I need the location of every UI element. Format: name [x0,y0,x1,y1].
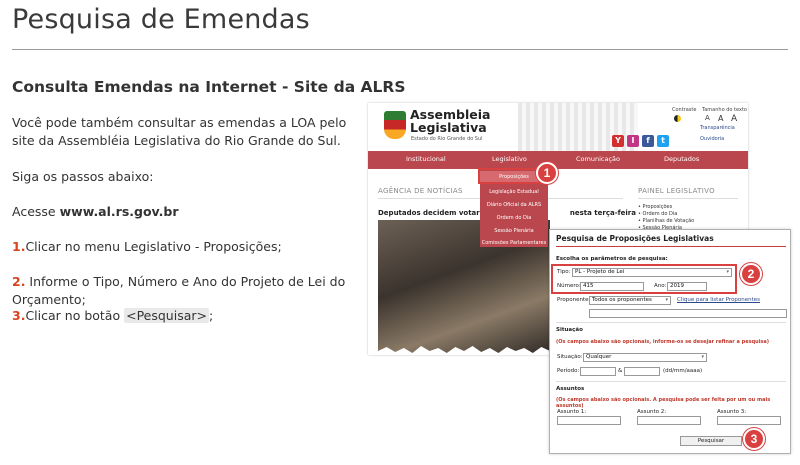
step-text: Clicar no botão [25,308,125,323]
title-divider [12,49,788,50]
periodo-end-input[interactable] [624,367,660,376]
nav-institucional[interactable]: Institucional [406,155,446,163]
nav-deputados[interactable]: Deputados [664,155,699,163]
site-nav: Institucional Legislativo Comunicação De… [368,151,748,169]
periodo-separator: & [618,368,623,374]
assunto2-label: Assunto 2: [637,409,667,415]
situacao-title: Situação [556,327,583,333]
twitter-icon[interactable]: t [657,135,669,147]
agencia-heading: AGÊNCIA DE NOTÍCIAS [378,187,463,195]
site-logo-subtitle: Estado do Rio Grande do Sul [411,136,483,142]
situacao-value: Qualquer [586,354,612,360]
site-logo-title: Assembleia Legislativa [410,107,491,135]
step-number: 1. [12,239,26,254]
step-1: 1.Clicar no menu Legislativo - Proposiçõ… [12,238,362,256]
section-heading: Consulta Emendas na Internet - Site da A… [12,78,406,96]
listar-proponentes-link[interactable]: Clique para listar Proponentes [677,297,760,303]
step-3: 3.Clicar no botão <Pesquisar>; [12,307,362,325]
access-url: www.al.rs.gov.br [59,204,179,219]
step-text: Informe o Tipo, Número e Ano do Projeto … [12,274,346,307]
assunto2-input[interactable] [637,416,701,425]
periodo-hint: (dd/mm/aaaa) [663,368,703,374]
assunto1-label: Assunto 1: [557,409,587,415]
step-badge-2: 2 [740,263,762,285]
news-headline-end: nesta terça-feira [569,209,636,217]
proponente-value: Todos os proponentes [592,297,652,303]
transparencia-link[interactable]: Transparência [700,125,735,131]
proponente-select[interactable]: Todos os proponentes ▾ [589,296,671,305]
intro-paragraph: Você pode também consultar as emendas a … [12,115,347,148]
periodo-start-input[interactable] [580,367,616,376]
step-badge-1: 1 [536,162,558,184]
situacao-select[interactable]: Qualquer ▾ [583,353,707,362]
assunto3-input[interactable] [717,416,781,425]
nav-legislativo[interactable]: Legislativo [492,155,527,163]
painel-divider [638,198,738,199]
assuntos-note: (Os campos abaixo são opcionais. A pesqu… [556,397,771,409]
periodo-label: Período: [557,368,580,374]
page-title: Pesquisa de Emendas [12,4,310,35]
params-label: Escolha os parâmetros de pesquisa: [556,256,668,262]
font-size-increase[interactable]: A [731,114,737,124]
chevron-down-icon: ▾ [665,297,668,303]
painel-link[interactable]: • Proposições [638,204,672,210]
tipo-numero-highlight [551,264,737,294]
step-number: 2. [12,274,26,289]
step-number: 3. [12,308,26,323]
assunto1-input[interactable] [557,416,621,425]
painel-link[interactable]: • Ordem do Dia [638,211,677,217]
coat-of-arms-icon [384,111,406,139]
font-size-decrease[interactable]: A [705,114,710,122]
assuntos-title: Assuntos [556,386,585,392]
step-badge-3: 3 [743,428,765,450]
painel-link[interactable]: • Planilhas de Votação [638,218,694,224]
form-title-divider [556,246,786,247]
assunto3-label: Assunto 3: [717,409,747,415]
step-2: 2. Informe o Tipo, Número e Ano do Proje… [12,273,362,309]
site-header: Assembleia Legislativa Estado do Rio Gra… [368,103,748,151]
proponente-text-input[interactable] [589,309,787,318]
menu-item-legislacao[interactable]: Legislação Estadual [480,189,548,195]
proponente-label: Proponente: [557,297,591,303]
access-prefix: Acesse [12,204,60,219]
button-code: <Pesquisar> [124,308,209,323]
youtube-icon[interactable]: Y [612,135,624,147]
access-line: Acesse www.al.rs.gov.br [12,203,362,221]
font-size-normal[interactable]: A [718,114,723,123]
form-title: Pesquisa de Proposições Legislativas [556,234,714,243]
nav-comunicacao[interactable]: Comunicação [576,155,620,163]
menu-item-comissoes[interactable]: Comissões Parlamentares [480,240,548,246]
situacao-note: (Os campos abaixo são opcionais, informe… [556,339,770,345]
section-divider [556,322,786,323]
text-size-label: Tamanho do texto [702,107,747,113]
situacao-label: Situação: [557,354,583,360]
contrast-toggle-icon[interactable] [674,115,681,122]
steps-intro: Siga os passos abaixo: [12,169,154,184]
chevron-down-icon: ▾ [701,354,704,360]
menu-item-diario-oficial[interactable]: Diário Oficial da ALRS [480,202,548,208]
ouvidoria-link[interactable]: Ouvidoria [700,136,724,142]
menu-item-sessao-plenaria[interactable]: Sessão Plenária [480,228,548,234]
instagram-icon[interactable]: I [627,135,639,147]
facebook-icon[interactable]: f [642,135,654,147]
pesquisar-button[interactable]: Pesquisar [680,436,742,446]
contrast-label: Contraste [672,107,697,113]
step-text-end: ; [208,308,214,323]
section-divider [556,381,786,382]
menu-item-ordem-do-dia[interactable]: Ordem do Dia [480,215,548,221]
painel-heading: PAINEL LEGISLATIVO [638,187,715,195]
step-text: Clicar no menu Legislativo - Proposições… [25,239,282,254]
